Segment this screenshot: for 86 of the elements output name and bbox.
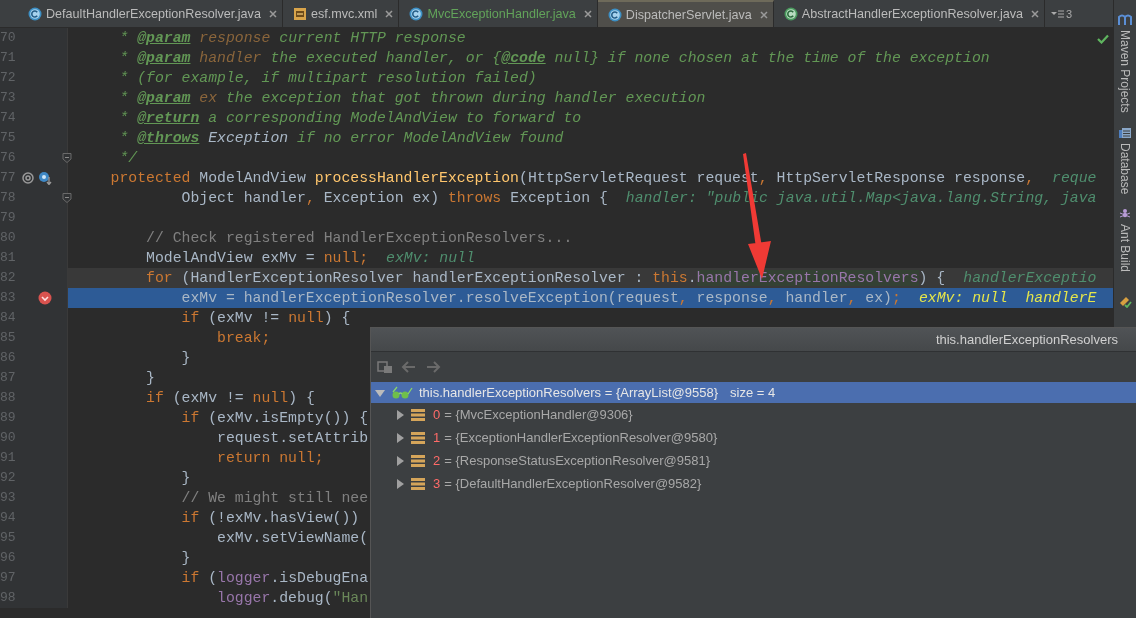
- list-item-icon: [411, 431, 425, 444]
- breakpoint-icon[interactable]: [38, 291, 52, 305]
- inline-hint: exMv: null: [386, 250, 475, 266]
- code-line: */: [118, 150, 138, 166]
- code-line: for (HandlerExceptionResolver handlerExceptionResolver : this.handlerExceptionResolvers) {: [145, 270, 946, 286]
- item-value: = {DefaultHandlerExceptionResolver@9582}: [444, 476, 702, 491]
- tool-window-button[interactable]: Ant Build: [1118, 208, 1132, 273]
- abstract-class-icon: [783, 6, 798, 21]
- class-icon: [28, 6, 42, 21]
- fold-icon[interactable]: [62, 193, 72, 203]
- item-index: 1: [433, 430, 441, 445]
- item-value: = {ResponseStatusExceptionResolver@9581}: [444, 453, 711, 468]
- code-line: logger.debug("Han: [216, 590, 369, 606]
- close-icon[interactable]: [1031, 9, 1039, 18]
- code-line: * @param ex the exception that got thrown during handler execution: [118, 90, 706, 106]
- item-index: 0: [433, 407, 441, 422]
- code-line: * @throws Exception if no error ModelAndView found: [118, 130, 564, 146]
- code-line: exMv.setViewName(: [216, 530, 369, 546]
- code-line: if (exMv.isEmpty()) {: [180, 410, 369, 426]
- popup-title: this.handlerExceptionResolvers: [935, 332, 1118, 347]
- editor-tab[interactable]: AbstractHandlerExceptionResolver.java: [773, 0, 1045, 27]
- fold-icon[interactable]: [62, 153, 72, 163]
- tree-row[interactable]: 3 = {DefaultHandlerExceptionResolver@9582}: [371, 472, 1136, 495]
- tab-overflow-button[interactable]: 3: [1045, 0, 1079, 27]
- editor-tab[interactable]: esf.mvc.xml: [282, 0, 400, 27]
- code-line: // We might still nee: [180, 490, 369, 506]
- list-icon: [1051, 8, 1065, 19]
- inline-hint: reque: [1052, 170, 1097, 186]
- list-item-icon: [411, 454, 425, 467]
- code-line: break;: [216, 330, 271, 346]
- variable-value: this.handlerExceptionResolvers = {ArrayList@9558}: [419, 385, 718, 400]
- item-index: 2: [433, 453, 441, 468]
- expand-arrow-icon[interactable]: [395, 432, 405, 443]
- code-line: if (!exMv.hasView()): [180, 510, 360, 526]
- class-icon: [409, 6, 424, 21]
- code-line: }: [180, 550, 191, 566]
- code-line: }: [180, 350, 191, 366]
- editor-tab[interactable]: DispatcherServlet.java: [597, 0, 774, 27]
- check-icon: [1097, 34, 1109, 44]
- database-icon: [1118, 126, 1132, 139]
- xml-file-icon: [292, 6, 307, 21]
- override-icon[interactable]: [38, 171, 52, 185]
- item-index: 3: [433, 476, 441, 491]
- close-icon[interactable]: [385, 9, 394, 18]
- expand-arrow-icon[interactable]: [395, 478, 405, 489]
- code-line: // Check registered HandlerExceptionResolvers...: [145, 230, 573, 246]
- watch-glasses-icon: [391, 385, 413, 400]
- tree-row[interactable]: this.handlerExceptionResolvers = {ArrayList@9558} size = 4: [371, 382, 1136, 403]
- item-value: = {MvcExceptionHandler@9306}: [444, 407, 633, 422]
- close-icon[interactable]: [583, 9, 592, 18]
- tool-window-button[interactable]: Maven Projects: [1118, 14, 1132, 113]
- code-line: if (exMv != null) {: [180, 310, 351, 326]
- maven-icon: [1118, 14, 1132, 26]
- list-item-icon: [411, 477, 425, 490]
- code-line: if (exMv != null) {: [145, 390, 315, 406]
- expand-arrow-icon[interactable]: [375, 387, 385, 398]
- code-line: * (for example, if multipart resolution failed): [118, 70, 537, 86]
- code-line: exMv = handlerExceptionResolver.resolveException(request, response, handler, ex);: [180, 290, 901, 306]
- pencil-check-icon[interactable]: [1118, 294, 1132, 309]
- tree-row[interactable]: 2 = {ResponseStatusExceptionResolver@9581}: [371, 449, 1136, 472]
- code-line: }: [180, 470, 191, 486]
- size-label: size = 4: [730, 385, 776, 400]
- editor-tab[interactable]: DefaultHandlerExceptionResolver.java: [0, 0, 283, 27]
- code-line: return null;: [216, 450, 324, 466]
- expand-arrow-icon[interactable]: [395, 455, 405, 466]
- inline-hint: handlerExceptio: [963, 270, 1097, 286]
- code-line: if (logger.isDebugEna: [180, 570, 369, 586]
- expand-arrow-icon[interactable]: [395, 409, 405, 420]
- code-line: }: [145, 370, 155, 386]
- tree-row[interactable]: 0 = {MvcExceptionHandler@9306}: [371, 403, 1136, 426]
- code-line: Object handler, Exception ex) throws Exception {: [180, 190, 608, 206]
- tree-view-icon[interactable]: [377, 360, 393, 374]
- tree-row[interactable]: 1 = {ExceptionHandlerExceptionResolver@9580}: [371, 426, 1136, 449]
- code-line: * @param handler the executed handler, or {@code null} if none chosen at the time of the exception: [118, 50, 990, 66]
- editor-tab[interactable]: MvcExceptionHandler.java: [399, 0, 598, 27]
- code-line: * @return a corresponding ModelAndView to forward to: [118, 110, 582, 126]
- code-line: ModelAndView exMv = null;: [145, 250, 369, 266]
- code-line: * @param response current HTTP response: [118, 30, 466, 46]
- close-icon[interactable]: [759, 10, 768, 19]
- inline-hint: exMv: null handlerE: [918, 290, 1097, 306]
- item-value: = {ExceptionHandlerExceptionResolver@9580}: [444, 430, 718, 445]
- code-line: request.setAttrib: [216, 430, 369, 446]
- class-icon: [607, 7, 622, 22]
- close-icon[interactable]: [268, 9, 277, 18]
- list-item-icon: [411, 408, 425, 421]
- tool-window-button[interactable]: Database: [1118, 126, 1132, 195]
